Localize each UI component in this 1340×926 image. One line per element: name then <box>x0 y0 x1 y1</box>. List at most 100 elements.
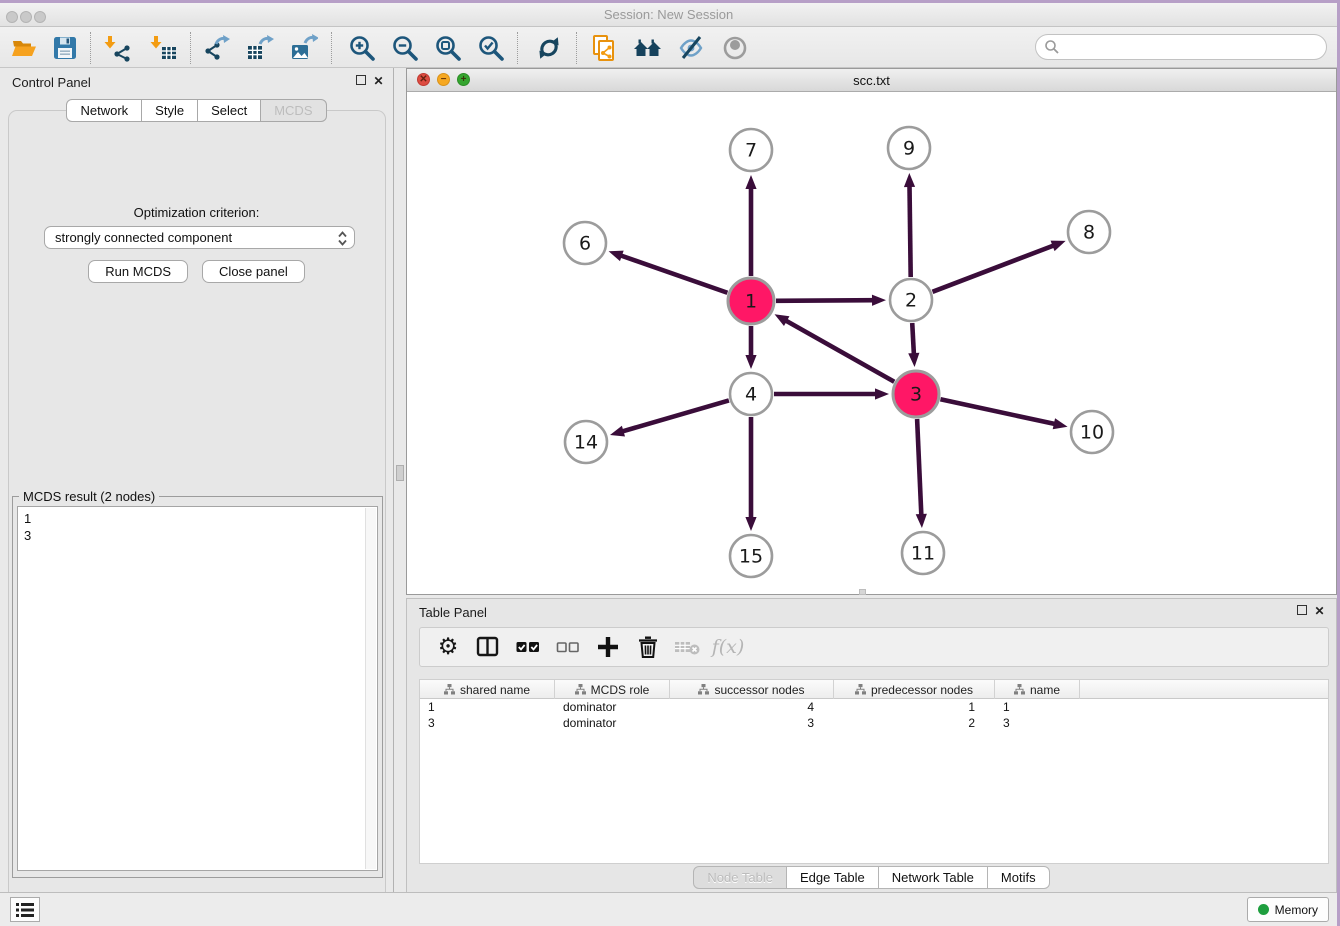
criterion-select[interactable]: strongly connected component <box>44 226 355 249</box>
tab-mcds[interactable]: MCDS <box>261 99 326 122</box>
delete-column-icon[interactable] <box>634 633 662 661</box>
graph-node-1[interactable]: 1 <box>728 278 774 324</box>
column-label: name <box>1030 683 1060 697</box>
graph-node-3[interactable]: 3 <box>893 371 939 417</box>
splitter-handle[interactable] <box>396 465 404 481</box>
graph-edge-1-2[interactable] <box>776 300 875 301</box>
close-panel-icon[interactable]: ✕ <box>372 75 385 88</box>
table-row[interactable]: 1dominator411 <box>420 699 1328 715</box>
float-panel-icon[interactable] <box>354 75 367 88</box>
export-table-icon[interactable] <box>245 33 275 63</box>
add-column-icon[interactable] <box>594 633 622 661</box>
tab-edge-table[interactable]: Edge Table <box>787 866 879 889</box>
mcds-result-textarea[interactable]: 1 3 <box>17 506 378 871</box>
export-network-icon[interactable] <box>202 33 232 63</box>
optimization-criterion-label: Optimization criterion: <box>0 205 393 220</box>
graph-edge-2-8[interactable] <box>932 245 1055 292</box>
column-label: shared name <box>460 683 530 697</box>
graph-node-8[interactable]: 8 <box>1068 211 1110 253</box>
graph-node-4[interactable]: 4 <box>730 373 772 415</box>
network-canvas[interactable]: 1 2 3 4 6 7 8 9 10 11 14 15 <box>407 92 1336 594</box>
column-header-successor-nodes[interactable]: successor nodes <box>670 680 834 699</box>
result-scrollbar[interactable] <box>365 508 376 869</box>
unselect-all-columns-icon[interactable] <box>554 633 582 661</box>
import-network-icon[interactable] <box>103 33 133 63</box>
graph-edge-3-11[interactable] <box>917 419 921 517</box>
column-header-name[interactable]: name <box>995 680 1080 699</box>
close-table-panel-icon[interactable]: ✕ <box>1313 605 1326 618</box>
network-view-window: ✕ − + scc.txt 1 2 3 4 6 7 8 9 10 11 14 15 <box>406 68 1337 595</box>
graph-edge-1-6[interactable] <box>619 255 727 293</box>
show-columns-icon[interactable] <box>474 633 502 661</box>
column-header-mcds-role[interactable]: MCDS role <box>555 680 670 699</box>
tab-node-table[interactable]: Node Table <box>693 866 787 889</box>
graph-node-label: 8 <box>1083 222 1095 244</box>
tab-network[interactable]: Network <box>66 99 142 122</box>
graph-node-2[interactable]: 2 <box>890 279 932 321</box>
window-titlebar: Session: New Session <box>0 3 1337 27</box>
zoom-fit-icon[interactable] <box>433 33 463 63</box>
search-icon <box>1044 39 1060 55</box>
zoom-selected-icon[interactable] <box>476 33 506 63</box>
graph-edge-2-3[interactable] <box>912 323 914 356</box>
graph-edge-3-10[interactable] <box>940 399 1056 424</box>
list-icon <box>16 903 34 917</box>
import-table-icon[interactable] <box>149 33 179 63</box>
graph-node-6[interactable]: 6 <box>564 222 606 264</box>
graph-edge-arrowhead <box>775 314 790 326</box>
export-image-icon[interactable] <box>289 33 319 63</box>
graph-node-7[interactable]: 7 <box>730 129 772 171</box>
search-input[interactable] <box>1060 40 1326 55</box>
graph-node-15[interactable]: 15 <box>730 535 772 577</box>
cell-name: 3 <box>995 715 1080 731</box>
graph-edge-3-1[interactable] <box>784 320 894 382</box>
tab-motifs[interactable]: Motifs <box>988 866 1050 889</box>
column-header-shared-name[interactable]: shared name <box>420 680 555 699</box>
tab-style[interactable]: Style <box>142 99 198 122</box>
show-all-icon[interactable] <box>720 33 750 63</box>
mcds-result-title: MCDS result (2 nodes) <box>19 489 159 504</box>
tab-network-table[interactable]: Network Table <box>879 866 988 889</box>
hide-selected-icon[interactable] <box>676 33 706 63</box>
network-window-titlebar: ✕ − + scc.txt <box>407 69 1336 92</box>
mcds-result-group: MCDS result (2 nodes) 1 3 <box>12 496 383 878</box>
table-settings-icon[interactable]: ⚙ <box>434 633 462 661</box>
memory-label: Memory <box>1275 903 1318 917</box>
graph-edge-4-14[interactable] <box>621 400 729 432</box>
save-session-icon[interactable] <box>50 33 80 63</box>
close-panel-button[interactable]: Close panel <box>202 260 305 283</box>
graph-node-label: 7 <box>745 140 757 162</box>
table-panel: Table Panel ✕ ⚙ f(x) <box>406 598 1337 893</box>
cell-shared-name: 3 <box>420 715 555 731</box>
delete-table-icon <box>674 633 702 661</box>
zoom-out-icon[interactable] <box>390 33 420 63</box>
table-row[interactable]: 3dominator323 <box>420 715 1328 731</box>
cell-shared-name: 1 <box>420 699 555 715</box>
column-header-predecessor-nodes[interactable]: predecessor nodes <box>834 680 995 699</box>
task-history-button[interactable] <box>10 897 40 922</box>
new-network-from-selection-icon[interactable] <box>589 33 619 63</box>
graph-node-14[interactable]: 14 <box>565 421 607 463</box>
first-neighbors-icon[interactable] <box>633 33 663 63</box>
memory-button[interactable]: Memory <box>1247 897 1329 922</box>
hierarchy-icon <box>575 684 586 695</box>
column-label: successor nodes <box>714 683 804 697</box>
control-panel-tabs: NetworkStyleSelectMCDS <box>0 99 393 122</box>
run-mcds-button[interactable]: Run MCDS <box>88 260 188 283</box>
network-resize-handle[interactable] <box>859 589 866 595</box>
graph-node-11[interactable]: 11 <box>902 532 944 574</box>
float-table-panel-icon[interactable] <box>1295 605 1308 618</box>
zoom-in-icon[interactable] <box>347 33 377 63</box>
open-session-icon[interactable] <box>9 33 39 63</box>
refresh-icon[interactable] <box>534 33 564 63</box>
select-all-columns-icon[interactable] <box>514 633 542 661</box>
graph-node-label: 14 <box>574 432 598 454</box>
graph-node-label: 15 <box>739 546 763 568</box>
tab-select[interactable]: Select <box>198 99 261 122</box>
table-header-row: shared name MCDS role successor nodes prede… <box>420 680 1328 699</box>
table-panel-title: Table Panel <box>419 605 487 620</box>
graph-node-10[interactable]: 10 <box>1071 411 1113 453</box>
graph-node-9[interactable]: 9 <box>888 127 930 169</box>
graph-edge-2-9[interactable] <box>909 184 910 277</box>
network-window-title: scc.txt <box>407 73 1336 88</box>
